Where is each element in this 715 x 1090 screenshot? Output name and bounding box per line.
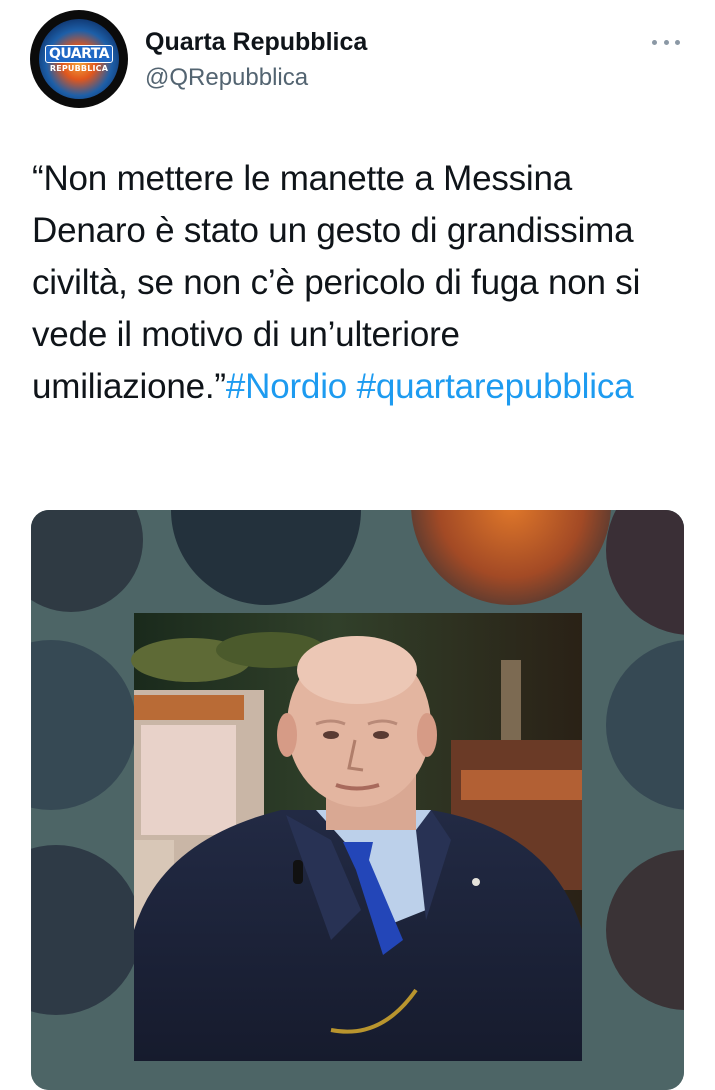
logo-text-quarta: QUARTA — [44, 45, 114, 63]
more-options-icon[interactable] — [652, 32, 680, 52]
quarta-repubblica-logo: QUARTA REPUBBLICA — [39, 19, 119, 99]
tweet-text: “Non mettere le manette a Messina Denaro… — [32, 153, 682, 413]
author-handle[interactable]: @QRepubblica — [145, 64, 308, 92]
author-display-name[interactable]: Quarta Repubblica — [145, 28, 367, 57]
tweet-media-photo[interactable] — [31, 510, 684, 1090]
media-illustration — [31, 510, 684, 1090]
avatar[interactable]: QUARTA REPUBBLICA — [30, 10, 128, 108]
hashtag-nordio[interactable]: #Nordio — [226, 367, 347, 406]
portrait-photo — [131, 613, 582, 1061]
logo-text-repubblica: REPUBBLICA — [49, 64, 109, 73]
hashtag-quartarepubblica[interactable]: #quartarepubblica — [357, 367, 634, 406]
